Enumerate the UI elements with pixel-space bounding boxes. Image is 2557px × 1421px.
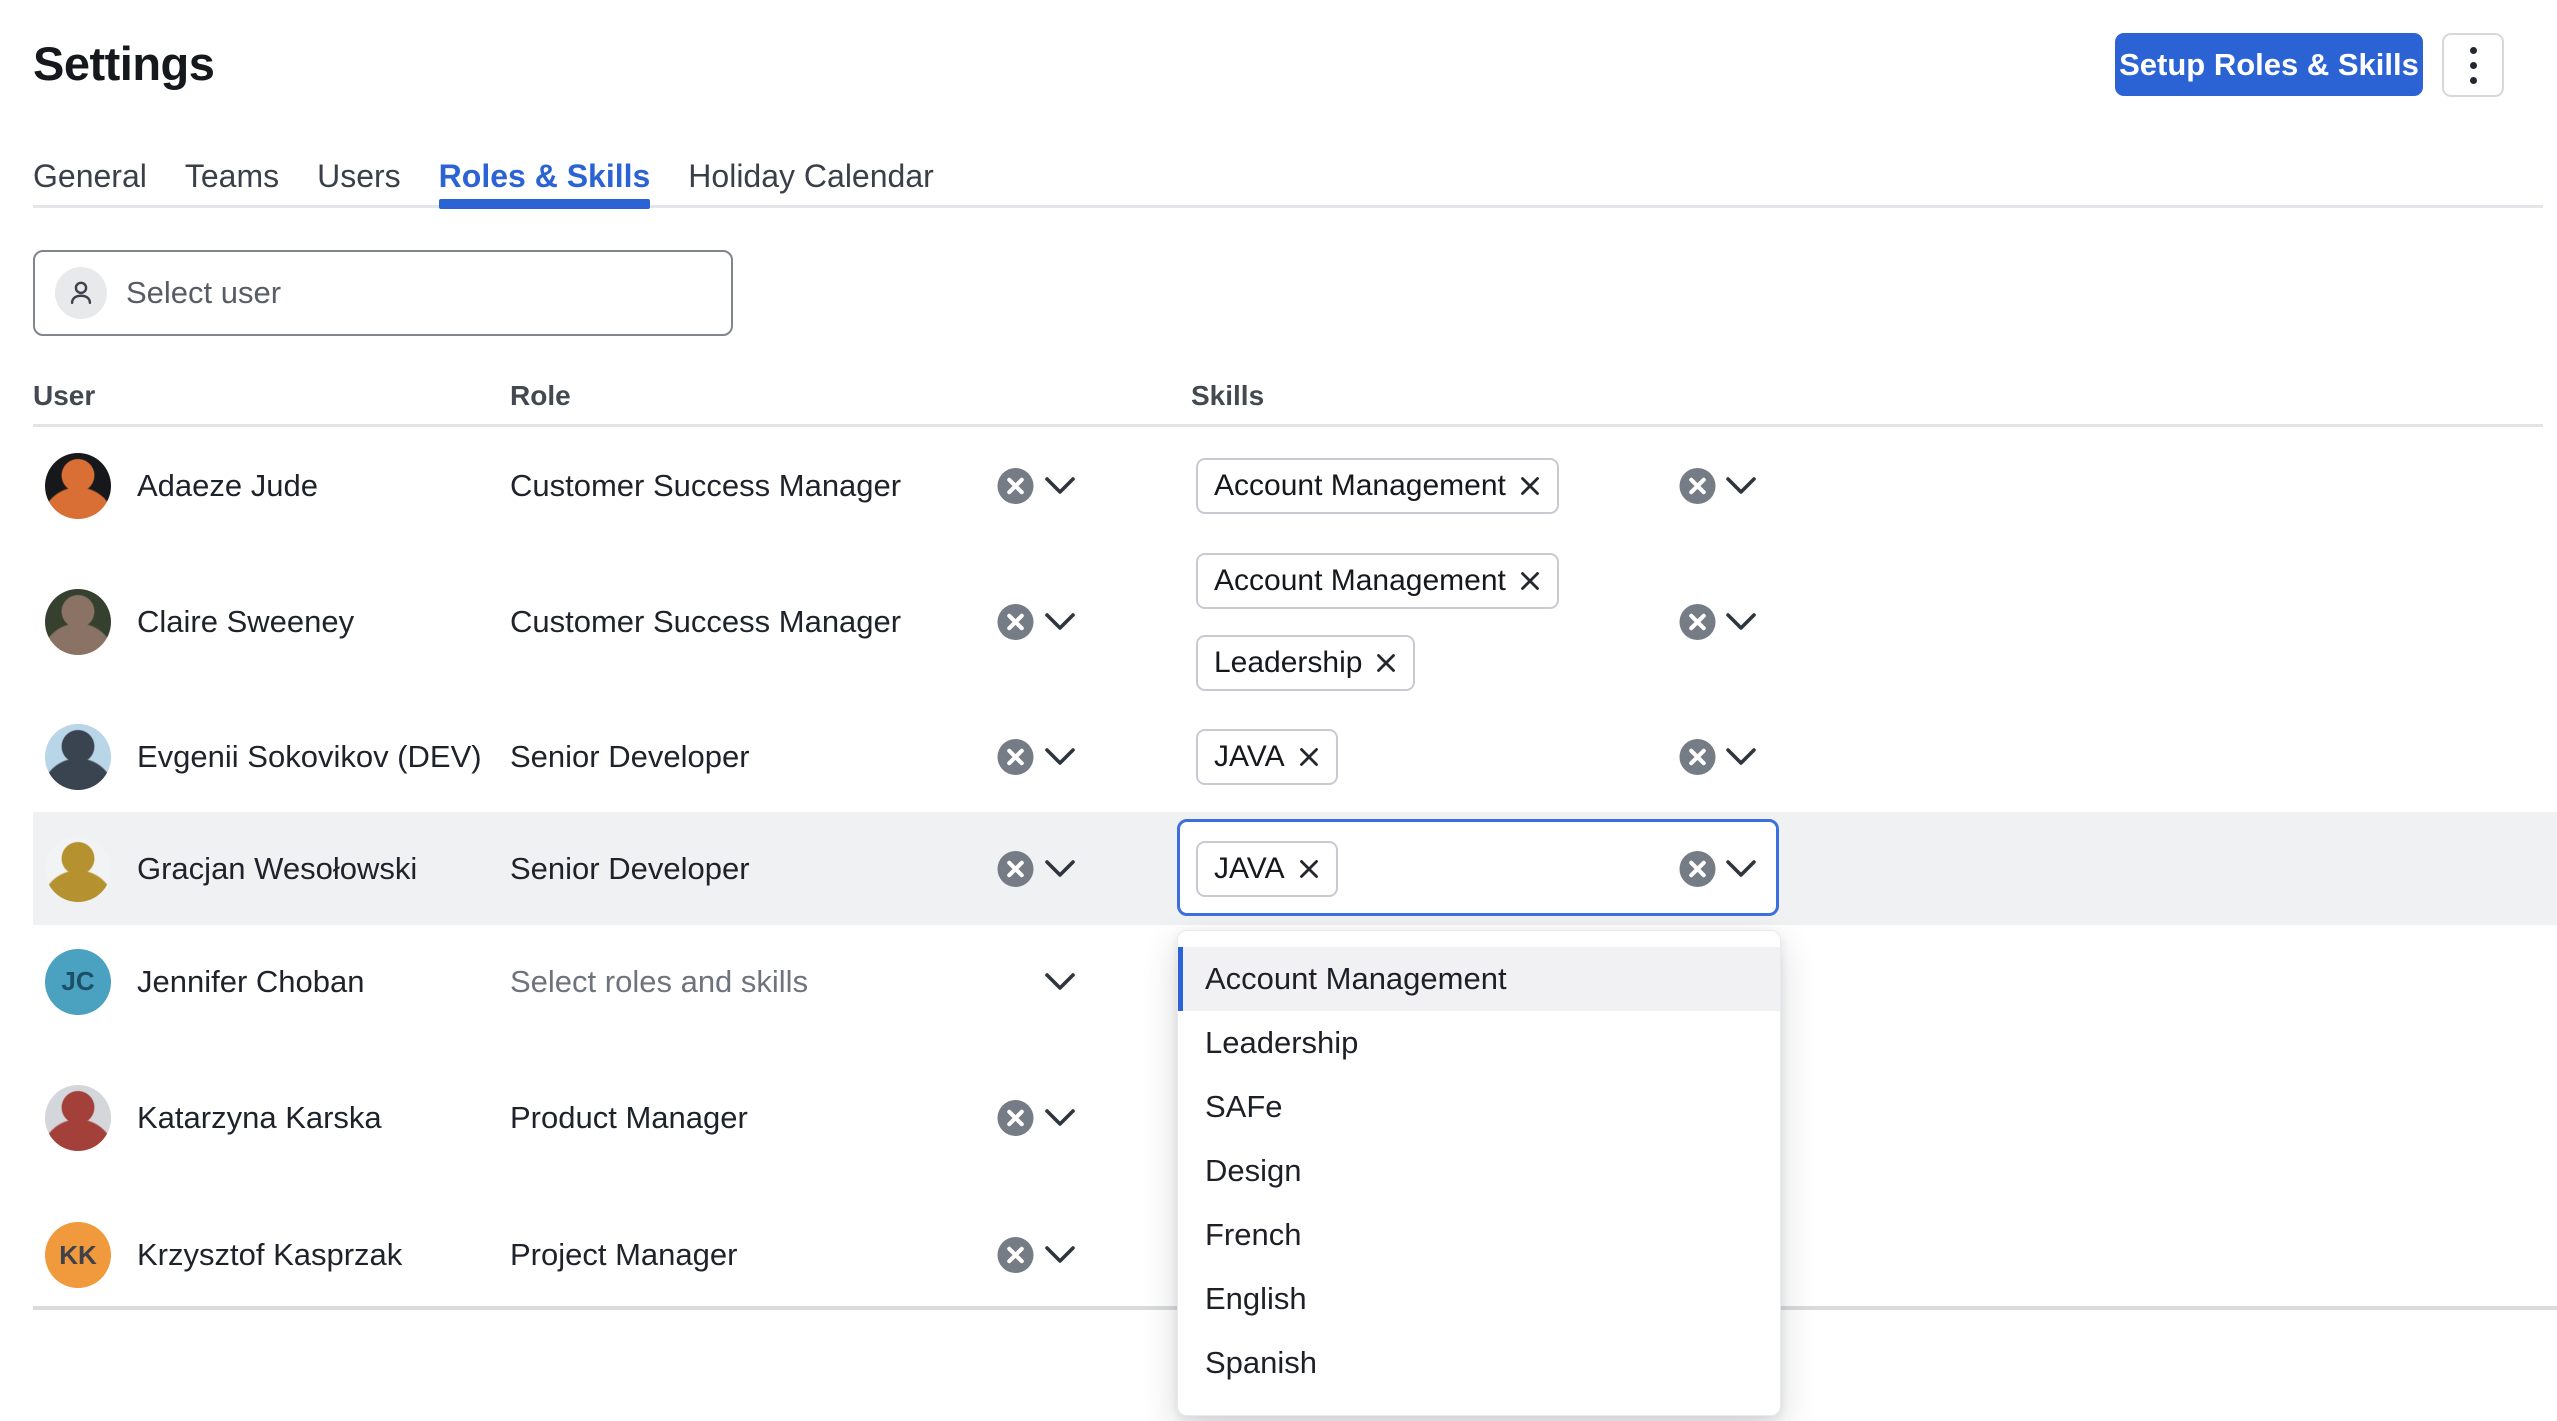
select-user-placeholder: Select user [126,275,281,311]
skill-tag-label: Leadership [1214,646,1362,680]
role-select-value[interactable]: Customer Success Manager [510,468,901,504]
clear-role-icon[interactable] [997,468,1034,505]
chevron-down-icon[interactable] [1044,476,1076,496]
chevron-down-icon[interactable] [1725,612,1757,632]
dropdown-option[interactable]: SAFe [1178,1075,1780,1139]
dropdown-option[interactable]: Account Management [1178,947,1780,1011]
remove-tag-icon[interactable] [1519,475,1541,497]
table-row: Evgenii Sokovikov (DEV) Senior Developer J… [0,702,2557,812]
remove-tag-icon[interactable] [1298,858,1320,880]
table-header-divider [33,424,2543,427]
chevron-down-icon[interactable] [1044,859,1076,879]
clear-role-icon[interactable] [997,1100,1034,1137]
skill-tag: JAVA [1196,841,1338,897]
kebab-menu-icon [2470,47,2477,84]
clear-skills-icon[interactable] [1679,739,1716,776]
user-avatar [45,453,111,519]
chevron-down-icon[interactable] [1725,747,1757,767]
tab-teams[interactable]: Teams [185,158,279,194]
user-name: Evgenii Sokovikov (DEV) [137,739,482,775]
dropdown-option[interactable]: Spanish [1178,1331,1780,1395]
role-select-value[interactable]: Senior Developer [510,851,750,887]
skill-tags: Account Management Leadership [1196,553,1559,691]
dropdown-option[interactable]: French [1178,1203,1780,1267]
dropdown-option[interactable]: Leadership [1178,1011,1780,1075]
tab-holiday-calendar[interactable]: Holiday Calendar [688,158,933,194]
person-icon [55,267,107,319]
skill-tag: JAVA [1196,729,1338,785]
skills-dropdown-menu: Account ManagementLeadershipSAFeDesignFr… [1177,930,1781,1416]
table-row: Adaeze Jude Customer Success Manager Accou… [0,430,2557,542]
user-name: Adaeze Jude [137,468,318,504]
skill-tags: JAVA [1196,729,1338,785]
clear-skills-icon[interactable] [1679,604,1716,641]
chevron-down-icon[interactable] [1725,859,1757,879]
settings-tabs: General Teams Users Roles & Skills Holiday C… [33,158,2543,208]
remove-tag-icon[interactable] [1375,652,1397,674]
user-name: Gracjan Wesołowski [137,851,417,887]
skill-tags: JAVA [1196,841,1338,897]
skill-tags: Account Management [1196,458,1559,514]
user-name: Claire Sweeney [137,604,354,640]
role-select-value[interactable]: Select roles and skills [510,964,808,1000]
more-options-button[interactable] [2442,33,2504,97]
initials-avatar: JC [45,949,111,1015]
clear-role-icon[interactable] [997,1237,1034,1274]
chevron-down-icon[interactable] [1044,1245,1076,1265]
user-avatar [45,836,111,902]
chevron-down-icon[interactable] [1725,476,1757,496]
tab-general[interactable]: General [33,158,147,194]
user-name: Krzysztof Kasprzak [137,1237,402,1273]
clear-skills-icon[interactable] [1679,850,1716,887]
skill-tag: Leadership [1196,635,1415,691]
setup-roles-skills-button[interactable]: Setup Roles & Skills [2115,33,2423,96]
role-select-value[interactable]: Customer Success Manager [510,604,901,640]
skill-tag-label: JAVA [1214,852,1285,886]
user-avatar [45,724,111,790]
remove-tag-icon[interactable] [1298,746,1320,768]
role-select-value[interactable]: Product Manager [510,1100,748,1136]
column-header-skills: Skills [1191,380,1264,412]
initials-avatar: KK [45,1222,111,1288]
remove-tag-icon[interactable] [1519,570,1541,592]
role-select-value[interactable]: Project Manager [510,1237,737,1273]
user-name: Katarzyna Karska [137,1100,382,1136]
dropdown-option[interactable]: English [1178,1267,1780,1331]
user-avatar [45,589,111,655]
clear-role-icon[interactable] [997,604,1034,641]
chevron-down-icon[interactable] [1044,747,1076,767]
chevron-down-icon[interactable] [1044,1108,1076,1128]
skill-tag-label: JAVA [1214,740,1285,774]
table-row: Claire Sweeney Customer Success Manager Ac… [0,542,2557,702]
column-header-user: User [33,380,95,412]
tab-users[interactable]: Users [317,158,401,194]
skill-tag: Account Management [1196,458,1559,514]
chevron-down-icon[interactable] [1044,612,1076,632]
table-row: Gracjan Wesołowski Senior Developer JAVA [0,812,2557,925]
clear-role-icon[interactable] [997,850,1034,887]
dropdown-option[interactable]: Design [1178,1139,1780,1203]
skill-tag: Account Management [1196,553,1559,609]
role-select-value[interactable]: Senior Developer [510,739,750,775]
user-name: Jennifer Choban [137,964,365,1000]
select-user-combobox[interactable]: Select user [33,250,733,336]
tab-roles-skills[interactable]: Roles & Skills [439,158,651,194]
skill-tag-label: Account Management [1214,469,1506,503]
user-avatar [45,1085,111,1151]
clear-skills-icon[interactable] [1679,468,1716,505]
page-title: Settings [33,36,214,91]
clear-role-icon[interactable] [997,739,1034,776]
skill-tag-label: Account Management [1214,564,1506,598]
column-header-role: Role [510,380,571,412]
chevron-down-icon[interactable] [1044,972,1076,992]
